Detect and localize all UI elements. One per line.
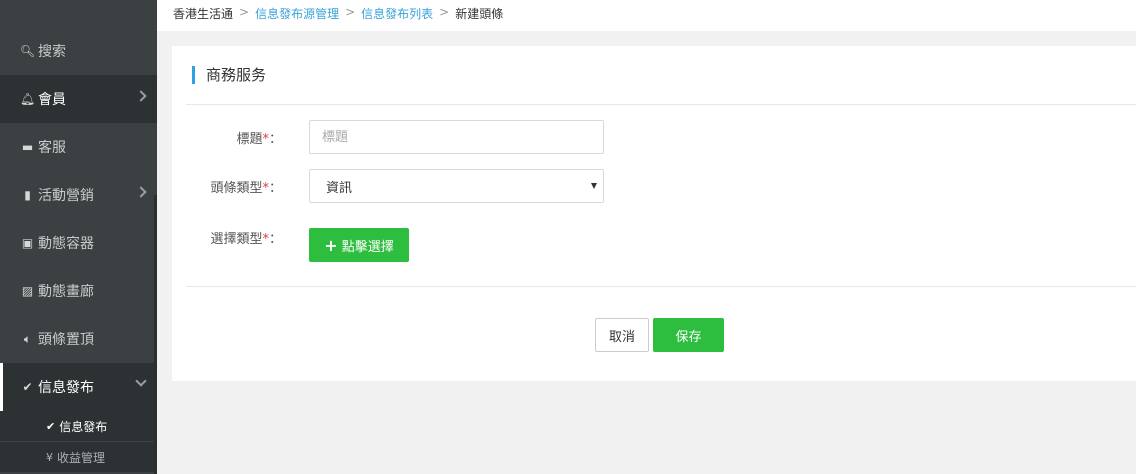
check-edit-icon: ✔ [46, 419, 56, 433]
chat-icon: ▬ [21, 140, 34, 154]
sidebar-item-label: 客服 [38, 140, 66, 156]
label-colon: ： [268, 232, 282, 247]
yen-icon: ¥ [46, 450, 53, 464]
sidebar-item-marketing[interactable]: ▮ 活動營銷 [0, 171, 157, 219]
sidebar-scrollbar[interactable] [154, 195, 157, 474]
headline-type-label-text: 頭條類型 [210, 181, 263, 196]
sidebar-subitem-label: 信息發布 [59, 419, 108, 434]
sidebar-item-label: 活動營銷 [38, 188, 94, 204]
sidebar-subitem-publish[interactable]: ✔ 信息發布 [0, 411, 157, 441]
cancel-button[interactable]: 取消 [595, 318, 649, 352]
sidebar-item-label: 會員 [38, 92, 66, 108]
sidebar-item-member[interactable]: 🔔︎ 會員 [0, 75, 157, 123]
label-colon: ： [268, 132, 282, 147]
sidebar-item-publish[interactable]: ✔ 信息發布 [0, 363, 157, 411]
search-icon: 🔍︎ [19, 44, 36, 58]
pick-type-button[interactable]: + 點擊選擇 [309, 228, 409, 262]
title-label-text: 標題 [236, 132, 263, 147]
sidebar-item-customer-service[interactable]: ▬ 客服 [0, 123, 157, 171]
label-colon: ： [268, 181, 282, 196]
pick-type-button-label: 點擊選擇 [341, 239, 394, 255]
picture-icon: ▨ [21, 284, 34, 298]
check-edit-icon: ✔ [22, 380, 33, 394]
divider [186, 104, 1136, 105]
headline-type-label: 頭條類型*： [172, 177, 282, 196]
select-type-label: 選擇類型*： [172, 228, 282, 247]
breadcrumb-level1[interactable]: 信息發布源管理 [255, 5, 339, 22]
sidebar-subitem-revenue[interactable]: ¥ 收益管理 [0, 442, 157, 472]
form-card: 商務服务 標題*： 頭條類型*： 資訊 選擇類型*： + 點擊選擇 取消 保存 [172, 46, 1136, 381]
headline-type-value: 資訊 [326, 180, 353, 196]
sidebar-item-label: 搜索 [38, 44, 66, 60]
breadcrumb-separator: > [345, 5, 356, 19]
sidebar-item-label: 動態容器 [38, 236, 94, 252]
card-title: 商務服务 [192, 66, 266, 84]
bell-icon: 🔔︎ [19, 92, 36, 106]
breadcrumb-home[interactable]: 香港生活通 [173, 5, 233, 22]
caret-down-icon [591, 183, 597, 189]
sidebar-subitem-label: 收益管理 [57, 450, 106, 465]
headline-type-select[interactable]: 資訊 [309, 169, 604, 203]
sidebar-item-label: 頭條置頂 [38, 332, 94, 348]
plus-icon: + [324, 235, 338, 255]
sidebar-item-label: 信息發布 [38, 380, 94, 396]
breadcrumb-separator: > [239, 5, 250, 19]
volume-icon: 🔈︎ [23, 331, 32, 346]
title-input[interactable] [309, 120, 604, 154]
sidebar-item-gallery[interactable]: ▨ 動態畫廊 [0, 267, 157, 315]
sidebar-item-dynamic-container[interactable]: ▣ 動態容器 [0, 219, 157, 267]
sidebar-item-label: 動態畫廊 [38, 284, 94, 300]
chevron-right-icon [135, 186, 147, 198]
chevron-down-icon [135, 375, 147, 387]
sidebar-item-search[interactable]: 🔍︎ 搜索 [0, 27, 157, 75]
breadcrumb-separator: > [439, 5, 450, 19]
breadcrumb-level2[interactable]: 信息發布列表 [361, 5, 433, 22]
inbox-icon: ▣ [21, 236, 34, 250]
select-type-label-text: 選擇類型 [210, 232, 263, 247]
sidebar: 🔍︎ 搜索 🔔︎ 會員 ▬ 客服 ▮ 活動營銷 ▣ 動態容器 ▨ 動態畫廊 🔈︎… [0, 0, 157, 474]
bookmark-icon: ▮ [24, 188, 31, 202]
divider [186, 286, 1136, 287]
title-label: 標題*： [172, 128, 282, 147]
breadcrumb: 香港生活通 > 信息發布源管理 > 信息發布列表 > 新建頭條 [157, 0, 1136, 31]
save-button[interactable]: 保存 [653, 318, 724, 352]
chevron-right-icon [135, 90, 147, 102]
sidebar-item-headline-top[interactable]: 🔈︎ 頭條置頂 [0, 315, 157, 363]
breadcrumb-current: 新建頭條 [455, 7, 504, 21]
